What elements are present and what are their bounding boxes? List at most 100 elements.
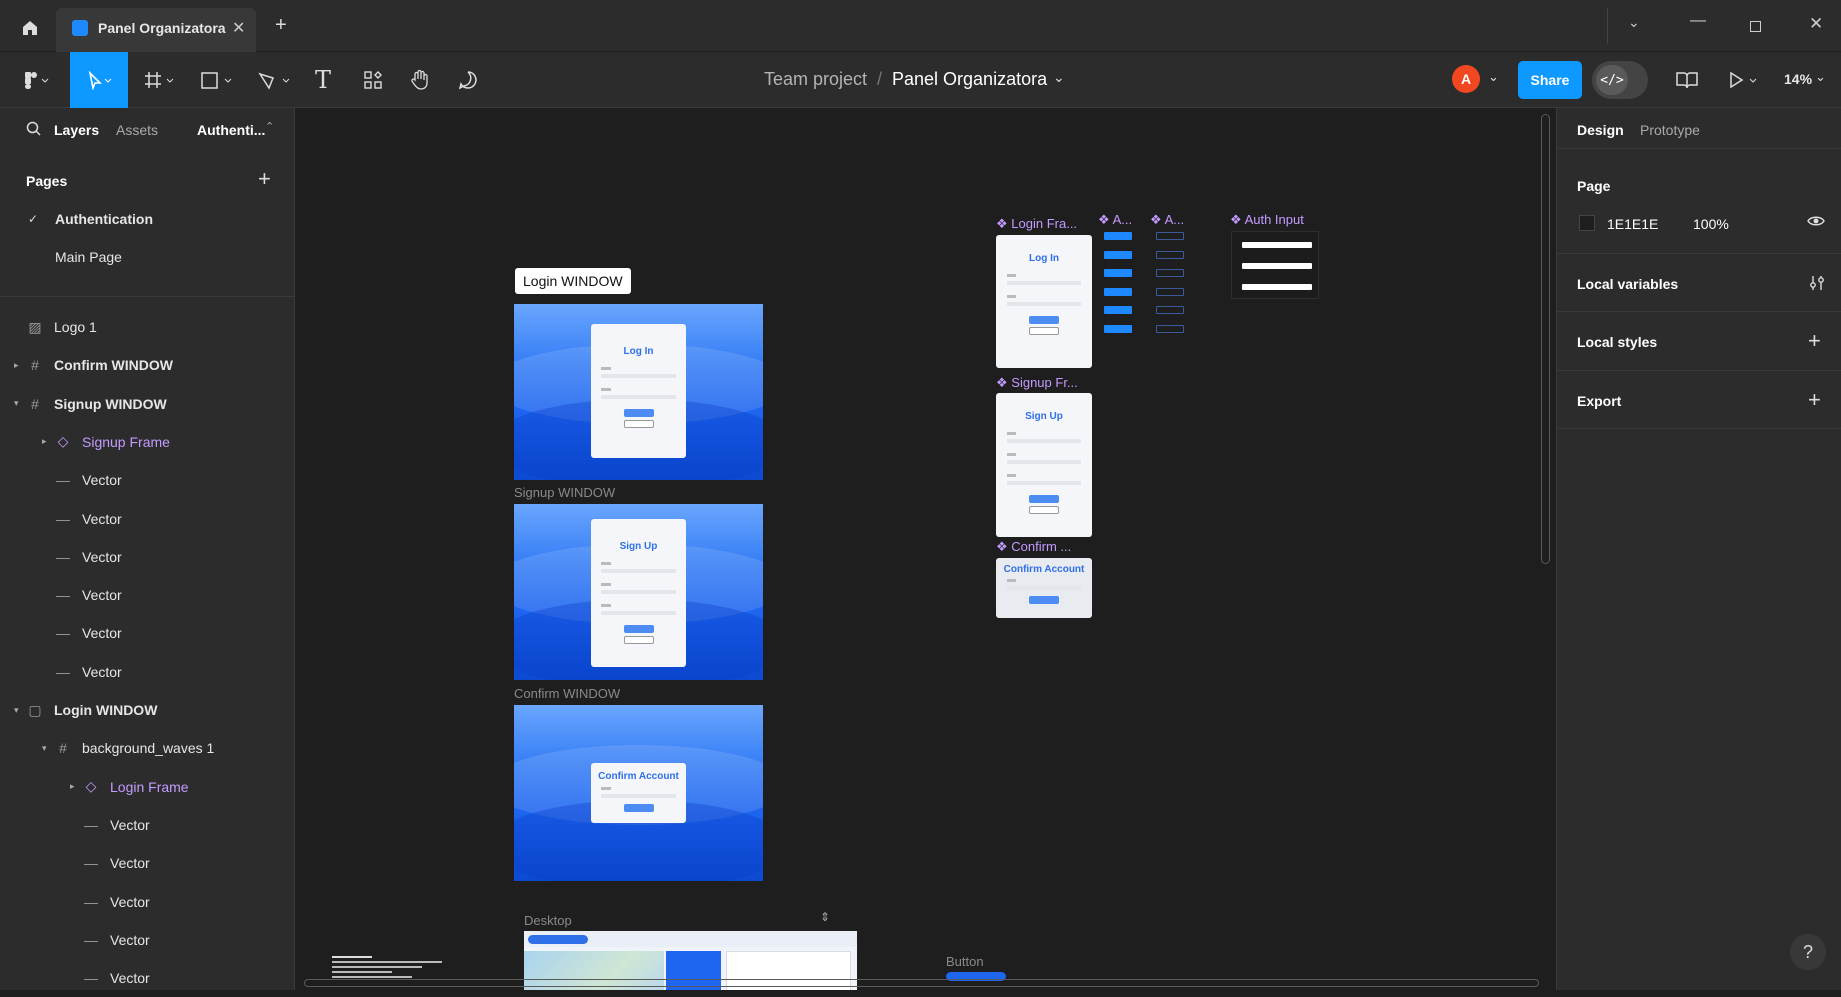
zoom-chevron-icon[interactable]: ⌄ [1815,69,1826,85]
tab-design[interactable]: Design [1577,122,1624,138]
comment-tool-icon[interactable] [452,64,484,96]
layer-row[interactable]: — Vector [0,614,294,652]
file-menu-chevron-icon[interactable]: ⌄ [1053,69,1065,86]
expanded-caret-icon[interactable]: ▾ [14,398,24,409]
layer-row[interactable]: — Vector [0,921,294,959]
user-avatar[interactable]: A [1452,65,1480,93]
variables-sliders-icon[interactable] [1808,274,1826,297]
mini-button-filled [1104,250,1132,259]
file-tab[interactable]: Panel Organizatora ✕ [56,8,256,52]
local-styles-title[interactable]: Local styles [1577,334,1657,350]
tab-prototype[interactable]: Prototype [1640,122,1700,138]
add-export-icon[interactable]: + [1808,387,1821,413]
text-tool-icon[interactable]: T [310,64,336,96]
layer-row[interactable]: — Vector [0,538,294,576]
desktop-frame-label[interactable]: Desktop [524,913,572,928]
component-auth-input[interactable] [1231,231,1319,299]
component-login-frame[interactable]: Log In [996,235,1092,368]
layer-row[interactable]: — Vector [0,806,294,844]
expanded-caret-icon[interactable]: ▾ [42,743,52,754]
new-tab-icon[interactable]: + [275,14,287,37]
component-confirm-frame[interactable]: Confirm Account [996,558,1092,618]
signup-window-frame[interactable]: Sign Up [514,504,763,680]
share-button[interactable]: Share [1518,61,1582,99]
component-login-frame-label[interactable]: ❖ Login Fra... [996,216,1077,232]
component-buttons-outline[interactable] [1154,232,1188,336]
mini-button-filled [1104,287,1132,296]
present-play-icon[interactable] [1724,64,1764,96]
layer-row[interactable]: ▨ Logo 1 [0,308,294,346]
layer-row[interactable]: ▸ # Confirm WINDOW [0,346,294,384]
tab-assets[interactable]: Assets [116,122,158,138]
confirm-window-label[interactable]: Confirm WINDOW [514,686,620,701]
collapsed-caret-icon[interactable]: ▸ [42,436,52,447]
layer-row[interactable]: — Vector [0,653,294,691]
expanded-caret-icon[interactable]: ▾ [14,705,24,716]
search-layers-icon[interactable] [26,121,42,142]
page-selector-chevron-icon[interactable]: ⌃ [265,120,274,133]
avatar-chevron-icon[interactable]: ⌄ [1488,69,1499,85]
component-confirm-label[interactable]: ❖ Confirm ... [996,539,1071,555]
layer-row[interactable]: — Vector [0,959,294,997]
zoom-level[interactable]: 14% [1784,71,1812,87]
login-window-frame[interactable]: Log In [514,304,763,480]
collapsed-caret-icon[interactable]: ▸ [14,360,24,371]
page-color-value[interactable]: 1E1E1E [1607,216,1658,232]
page-color-swatch[interactable] [1579,215,1595,231]
signup-card-secondary-button [623,636,654,644]
main-menu-icon[interactable] [16,62,56,98]
tabs-dropdown-icon[interactable]: ⌄ [1628,14,1640,31]
rectangle-tool-icon[interactable] [196,64,238,96]
page-item-authentication[interactable]: ✓ Authentication [0,200,294,238]
library-book-icon[interactable] [1672,64,1702,96]
file-name-title[interactable]: Panel Organizatora [892,69,1047,90]
hand-tool-icon[interactable] [404,64,436,96]
add-style-icon[interactable]: + [1808,328,1821,354]
collapsed-caret-icon[interactable]: ▸ [70,781,80,792]
visibility-eye-icon[interactable] [1807,214,1825,233]
login-window-label[interactable]: Login WINDOW [515,268,631,294]
dev-mode-toggle[interactable]: </> [1592,61,1648,99]
export-title[interactable]: Export [1577,393,1621,409]
layer-row[interactable]: — Vector [0,576,294,614]
confirm-window-frame[interactable]: Confirm Account [514,705,763,881]
vertical-scrollbar[interactable] [1541,114,1550,564]
canvas[interactable]: Login WINDOW Log In Signup WINDOW Sign U… [296,108,1555,990]
layer-row[interactable]: — Vector [0,883,294,921]
component-a2-label[interactable]: ❖ A... [1150,212,1184,228]
layer-row[interactable]: ▾ # Signup WINDOW [0,385,294,423]
home-icon[interactable] [8,8,52,48]
page-item-main[interactable]: Main Page [0,238,294,276]
tab-layers[interactable]: Layers [54,122,99,138]
add-page-icon[interactable]: + [258,166,271,192]
component-signup-frame[interactable]: Sign Up [996,393,1092,537]
pen-tool-icon[interactable] [254,64,296,96]
component-a1-label[interactable]: ❖ A... [1098,212,1132,228]
signup-window-label[interactable]: Signup WINDOW [514,485,615,500]
move-tool-button[interactable] [70,52,128,108]
page-opacity-value[interactable]: 100% [1693,216,1729,232]
minimize-icon[interactable]: — [1690,12,1706,30]
layer-row[interactable]: — Vector [0,844,294,882]
horizontal-scrollbar[interactable] [304,979,1539,987]
component-auth-input-label[interactable]: ❖ Auth Input [1230,212,1304,228]
component-signup-frame-label[interactable]: ❖ Signup Fr... [996,375,1078,391]
component-buttons-blue[interactable] [1102,232,1136,336]
button-frame-label[interactable]: Button [946,954,984,969]
restore-icon[interactable] [1750,21,1761,32]
mini-button-outline [1156,324,1184,333]
layer-row[interactable]: — Vector [0,500,294,538]
local-variables-title[interactable]: Local variables [1577,276,1678,292]
close-tab-icon[interactable]: ✕ [232,18,245,38]
frame-tool-icon[interactable] [140,64,180,96]
layer-row[interactable]: ▸ ◇ Login Frame [0,768,294,806]
close-window-icon[interactable]: ✕ [1809,14,1823,34]
resources-icon[interactable] [358,64,388,96]
help-button[interactable]: ? [1790,934,1826,970]
page-selector[interactable]: Authenti... [197,122,265,138]
team-project-link[interactable]: Team project [764,69,867,90]
layer-row[interactable]: ▸ ◇ Signup Frame [0,423,294,461]
layer-row[interactable]: — Vector [0,461,294,499]
layer-row[interactable]: ▾ # background_waves 1 [0,729,294,767]
layer-row[interactable]: ▾ ▢ Login WINDOW [0,691,294,729]
